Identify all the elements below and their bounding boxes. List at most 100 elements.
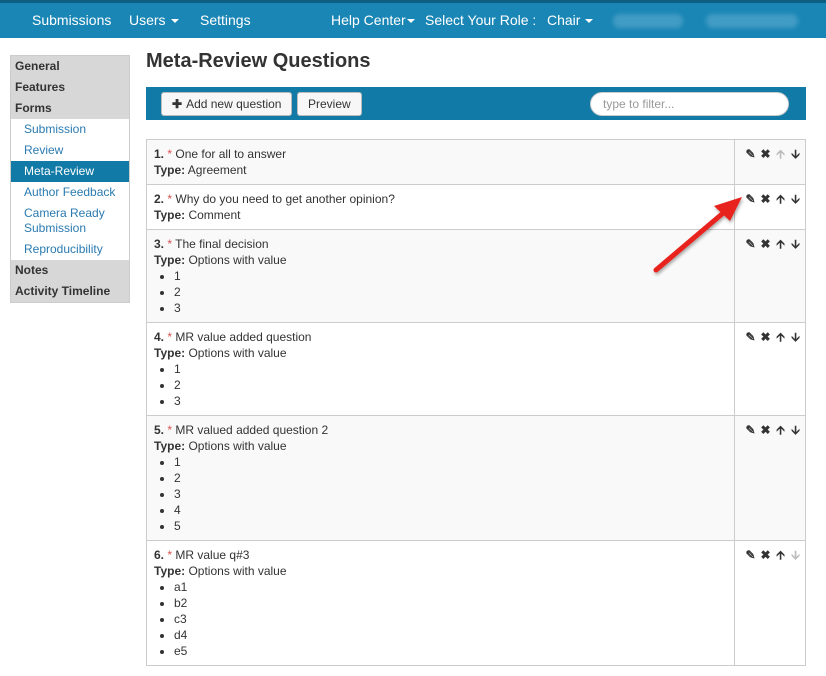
required-marker: *: [167, 147, 173, 161]
edit-icon[interactable]: ✎: [743, 329, 758, 345]
close-icon[interactable]: ✖: [758, 236, 773, 252]
question-number: 2.: [154, 192, 165, 206]
arrow-up-icon[interactable]: 🡩: [773, 236, 788, 252]
question-type: Type: Options with value: [154, 438, 727, 454]
arrow-up-icon[interactable]: 🡩: [773, 547, 788, 563]
question-number: 6.: [154, 548, 165, 562]
question-number: 3.: [154, 237, 165, 251]
question-number: 1.: [154, 147, 165, 161]
option-list: 123: [154, 268, 727, 316]
nav-submissions[interactable]: Submissions: [32, 3, 111, 38]
sidebar-item-camera-ready[interactable]: Camera Ready Submission: [11, 203, 129, 239]
preview-button[interactable]: Preview: [297, 92, 362, 116]
option-item: b2: [174, 595, 727, 611]
question-type: Type: Options with value: [154, 345, 727, 361]
close-icon[interactable]: ✖: [758, 329, 773, 345]
option-item: 1: [174, 361, 727, 377]
question-text: One for all to answer: [175, 147, 287, 161]
option-list: a1b2c3d4e5: [154, 579, 727, 659]
nav-settings[interactable]: Settings: [200, 3, 251, 38]
top-navbar: Submissions Users Settings Help Center S…: [0, 0, 826, 38]
arrow-down-icon: 🡫: [791, 548, 800, 562]
edit-icon[interactable]: ✎: [743, 146, 758, 162]
option-item: 2: [174, 377, 727, 393]
question-title: 3. * The final decision: [154, 236, 727, 252]
edit-icon[interactable]: ✎: [743, 191, 758, 207]
nav-help-center[interactable]: Help Center: [331, 3, 415, 38]
arrow-down-icon[interactable]: 🡫: [788, 236, 803, 252]
nav-help-label: Help Center: [331, 12, 406, 28]
question-type: Type: Options with value: [154, 252, 727, 268]
arrow-down-icon[interactable]: 🡫: [788, 191, 803, 207]
question-cell: 2. * Why do you need to get another opin…: [147, 185, 734, 229]
sidebar-activity-timeline[interactable]: Activity Timeline: [11, 281, 129, 302]
arrow-down-icon[interactable]: 🡫: [788, 422, 803, 438]
table-row: 1. * One for all to answer Type: Agreemen…: [147, 140, 805, 184]
question-type-value: Options with value: [188, 346, 287, 360]
question-type: Type: Options with value: [154, 563, 727, 579]
sidebar-item-review[interactable]: Review: [11, 140, 129, 161]
question-actions: ✎ ✖ 🡩 🡫: [734, 230, 805, 322]
option-item: 4: [174, 502, 727, 518]
edit-icon[interactable]: ✎: [743, 422, 758, 438]
option-list: 12345: [154, 454, 727, 534]
table-row: 6. * MR value q#3 Type: Options with valu…: [147, 540, 805, 665]
filter-input[interactable]: [590, 92, 789, 116]
question-type-label: Type:: [154, 564, 186, 578]
chevron-down-icon: [406, 19, 415, 24]
question-title: 2. * Why do you need to get another opin…: [154, 191, 727, 207]
question-actions: ✎ ✖ 🡩 🡫: [734, 416, 805, 540]
close-icon[interactable]: ✖: [758, 547, 773, 563]
table-row: 2. * Why do you need to get another opin…: [147, 184, 805, 229]
edit-icon[interactable]: ✎: [743, 236, 758, 252]
edit-icon[interactable]: ✎: [743, 547, 758, 563]
question-number: 5.: [154, 423, 165, 437]
plus-icon: ✚: [172, 97, 183, 111]
required-marker: *: [167, 330, 173, 344]
option-item: d4: [174, 627, 727, 643]
question-text: The final decision: [175, 237, 269, 251]
arrow-up-icon[interactable]: 🡩: [773, 329, 788, 345]
redacted-user-menu[interactable]: [706, 14, 798, 28]
question-actions: ✎ ✖ 🡩 🡫: [734, 185, 805, 229]
option-item: 2: [174, 470, 727, 486]
option-item: 1: [174, 268, 727, 284]
close-icon[interactable]: ✖: [758, 146, 773, 162]
question-title: 1. * One for all to answer: [154, 146, 727, 162]
add-question-button[interactable]: ✚ Add new question: [161, 92, 293, 116]
nav-users[interactable]: Users: [129, 3, 179, 38]
question-actions: ✎ ✖ 🡩 🡫: [734, 541, 805, 665]
sidebar-forms[interactable]: Forms: [11, 98, 129, 119]
sidebar-item-submission[interactable]: Submission: [11, 119, 129, 140]
arrow-up-icon[interactable]: 🡩: [773, 191, 788, 207]
table-row: 4. * MR value added question Type: Option…: [147, 322, 805, 415]
question-cell: 4. * MR value added question Type: Option…: [147, 323, 734, 415]
question-type-label: Type:: [154, 439, 186, 453]
role-dropdown[interactable]: Chair: [547, 3, 594, 38]
question-cell: 3. * The final decision Type: Options wit…: [147, 230, 734, 322]
sidebar-general[interactable]: General: [11, 56, 129, 77]
page-title: Meta-Review Questions: [146, 50, 371, 72]
close-icon[interactable]: ✖: [758, 422, 773, 438]
question-type: Type: Comment: [154, 207, 727, 223]
question-number: 4.: [154, 330, 165, 344]
close-icon[interactable]: ✖: [758, 191, 773, 207]
arrow-up-icon[interactable]: 🡩: [773, 422, 788, 438]
sidebar-notes[interactable]: Notes: [11, 260, 129, 281]
option-item: c3: [174, 611, 727, 627]
question-type: Type: Agreement: [154, 162, 727, 178]
question-type-value: Options with value: [188, 253, 287, 267]
sidebar-item-author-feedback[interactable]: Author Feedback: [11, 182, 129, 203]
sidebar-features[interactable]: Features: [11, 77, 129, 98]
nav-users-label: Users: [129, 12, 166, 28]
arrow-down-icon[interactable]: 🡫: [788, 146, 803, 162]
sidebar-item-reproducibility[interactable]: Reproducibility: [11, 239, 129, 260]
question-type-label: Type:: [154, 253, 186, 267]
required-marker: *: [167, 237, 173, 251]
role-value: Chair: [547, 12, 581, 28]
questions-toolbar: ✚ Add new question Preview: [146, 87, 806, 120]
question-type-label: Type:: [154, 346, 186, 360]
table-row: 3. * The final decision Type: Options wit…: [147, 229, 805, 322]
sidebar-item-meta-review[interactable]: Meta-Review: [11, 161, 129, 182]
arrow-down-icon[interactable]: 🡫: [788, 329, 803, 345]
